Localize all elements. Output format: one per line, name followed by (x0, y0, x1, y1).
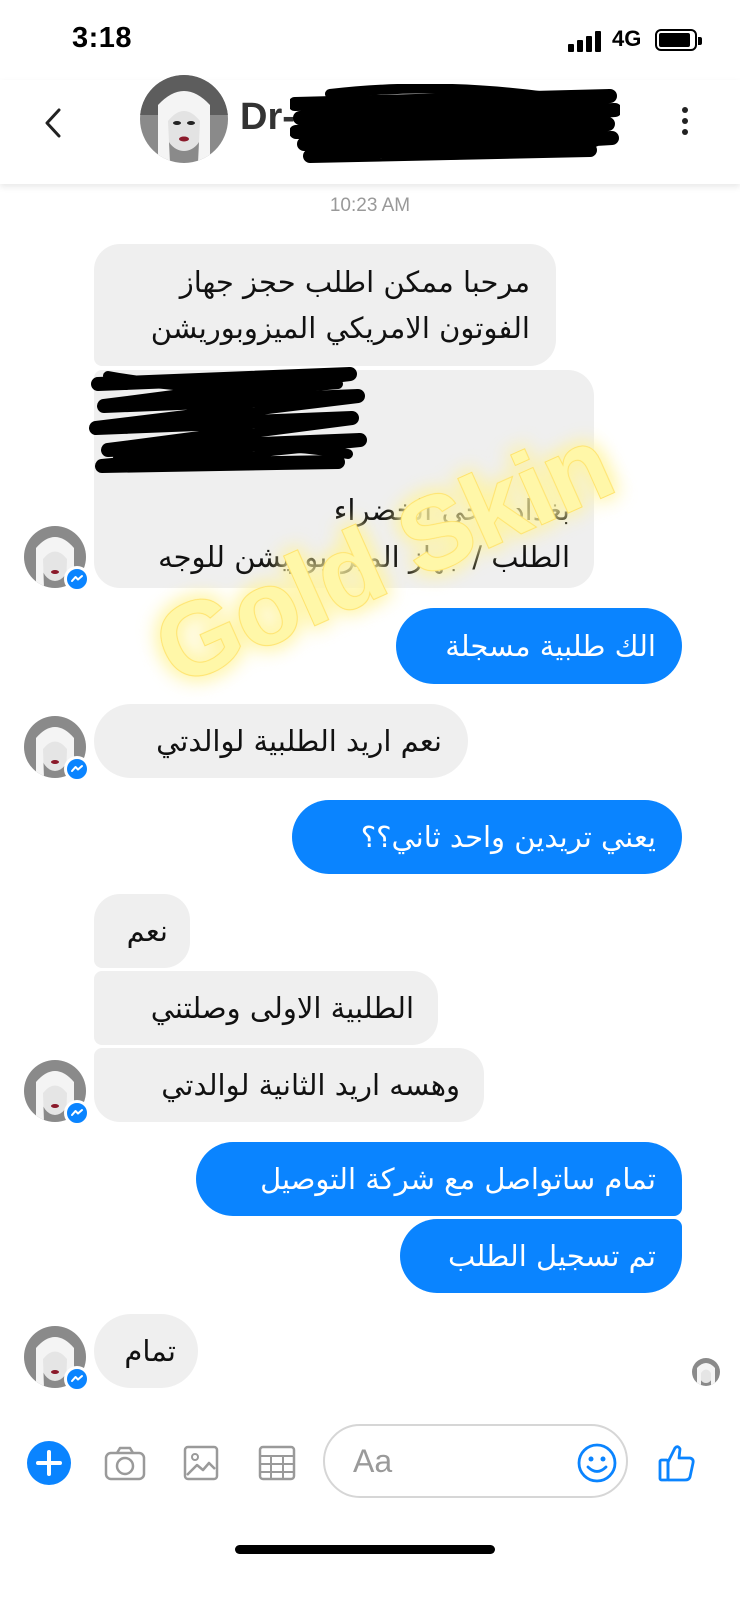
redaction-scribble (89, 367, 367, 473)
more-options-button[interactable] (670, 98, 700, 144)
contact-avatar-small[interactable] (24, 716, 90, 782)
message-bubble-incoming[interactable]: مرحبا ممكن اطلب حجز جهاز الفوتون الامريك… (94, 244, 556, 366)
message-bubble-outgoing[interactable]: الك طلبية مسجلة (396, 608, 682, 684)
image-icon (183, 1445, 219, 1481)
emoji-icon (577, 1443, 617, 1483)
message-text-line: وهسه اريد الثانية لوالدتي (161, 1067, 460, 1102)
message-bubble-incoming[interactable]: وهسه اريد الثانية لوالدتي (94, 1048, 484, 1122)
more-vertical-icon (682, 107, 688, 113)
message-bubble-incoming[interactable]: تمام (94, 1314, 198, 1388)
chevron-left-icon (45, 108, 61, 138)
message-text-line: نعم (126, 913, 168, 948)
network-type: 4G (612, 26, 642, 51)
like-button[interactable] (652, 1438, 702, 1488)
thumbs-up-icon (658, 1445, 695, 1482)
contact-name: Dr- (240, 96, 295, 138)
message-text-line: بغداد / حي الخضراء (333, 493, 570, 528)
message-text-line: تم تسجيل الطلب (448, 1238, 656, 1273)
message-text-line: الطلب / جهاز الميزوبوريشن للوجه (158, 539, 570, 574)
redaction-scribble (290, 84, 620, 163)
camera-button[interactable] (100, 1438, 150, 1488)
seen-receipt-avatar (692, 1358, 720, 1386)
message-text-line: الطلبية الاولى وصلتني (150, 990, 414, 1025)
message-bubble-outgoing[interactable]: يعني تريدين واحد ثاني؟؟ (292, 800, 682, 874)
gallery-button[interactable] (176, 1438, 226, 1488)
messenger-badge-icon (64, 1366, 90, 1392)
emoji-button[interactable] (572, 1438, 622, 1488)
message-text-line: الفوتون الامريكي الميزوبوريشن (150, 311, 530, 345)
battery-icon (655, 29, 702, 51)
message-text-line: تمام (124, 1333, 176, 1368)
messenger-badge-icon (64, 566, 90, 592)
messenger-badge-icon (64, 1100, 90, 1126)
sticker-button[interactable] (252, 1438, 302, 1488)
message-timestamp: 10:23 AM (329, 195, 411, 216)
message-bubble-incoming[interactable]: الطلبية الاولى وصلتني (94, 971, 438, 1045)
status-time: 3:18 (72, 22, 133, 54)
status-bar: 3:18 4G (0, 0, 740, 80)
message-text-line: نعم اريد الطلبية لوالدتي (156, 723, 442, 758)
plus-icon (27, 1441, 71, 1485)
chat-header: Dr- (0, 75, 740, 184)
messenger-badge-icon (64, 756, 90, 782)
sticker-grid-icon (258, 1445, 296, 1481)
home-indicator (235, 1545, 495, 1554)
back-button[interactable] (30, 100, 76, 146)
message-text-line: تمام ساتواصل مع شركة التوصيل (260, 1161, 656, 1196)
message-bubble-outgoing[interactable]: تمام ساتواصل مع شركة التوصيل (196, 1142, 682, 1216)
contact-avatar-small[interactable] (24, 1060, 90, 1126)
message-bubble-incoming[interactable]: نعم اريد الطلبية لوالدتي (94, 704, 468, 778)
message-text-line: مرحبا ممكن اطلب حجز جهاز (179, 264, 530, 299)
message-text-line: يعني تريدين واحد ثاني؟؟ (360, 819, 656, 854)
contact-avatar-small[interactable] (24, 526, 90, 592)
camera-icon (104, 1446, 146, 1481)
plus-button[interactable] (24, 1438, 74, 1488)
contact-avatar[interactable] (140, 75, 228, 163)
contact-avatar-small[interactable] (24, 1326, 90, 1392)
message-bubble-incoming[interactable]: نعم (94, 894, 190, 968)
message-bubble-outgoing[interactable]: تم تسجيل الطلب (400, 1219, 682, 1293)
message-text-line: الك طلبية مسجلة (445, 628, 656, 663)
signal-strength-icon (568, 30, 604, 52)
message-composer (0, 1410, 740, 1520)
